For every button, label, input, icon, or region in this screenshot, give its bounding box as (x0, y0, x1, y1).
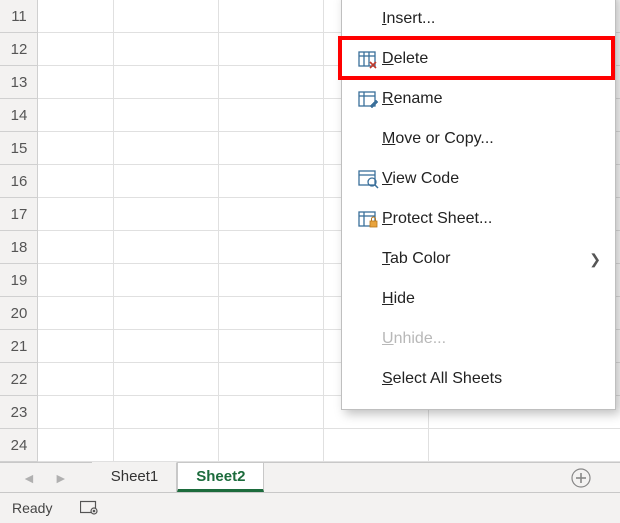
sheet-context-menu: Insert... Delete Rename Move or Copy... View… (341, 0, 616, 410)
status-text: Ready (12, 500, 52, 516)
row-header[interactable]: 24 (0, 429, 38, 462)
blank-icon (354, 7, 382, 31)
chevron-right-icon: ❯ (589, 251, 601, 268)
row-header[interactable]: 12 (0, 33, 38, 66)
menu-item-rename[interactable]: Rename (344, 79, 613, 119)
row-headers-column: 1112131415161718192021222324 (0, 0, 38, 462)
blank-icon (354, 327, 382, 351)
row-header[interactable]: 18 (0, 231, 38, 264)
menu-item-label: Unhide... (382, 330, 601, 348)
row-header[interactable]: 22 (0, 363, 38, 396)
menu-item-select-all[interactable]: Select All Sheets (344, 359, 613, 399)
row-header[interactable]: 16 (0, 165, 38, 198)
menu-item-delete[interactable]: Delete (344, 39, 613, 79)
menu-item-label: Move or Copy... (382, 130, 601, 148)
row-header[interactable]: 19 (0, 264, 38, 297)
sheet-tab-sheet1[interactable]: Sheet1 (92, 462, 178, 492)
record-macro-icon[interactable] (80, 499, 98, 518)
protect-icon (354, 207, 382, 231)
sheet-tab-strip: ◄ ► Sheet1Sheet2 (0, 462, 620, 492)
rename-icon (354, 87, 382, 111)
menu-item-protect[interactable]: Protect Sheet... (344, 199, 613, 239)
tab-nav-next-icon[interactable]: ► (54, 470, 68, 486)
menu-item-unhide: Unhide... (344, 319, 613, 359)
menu-item-label: Insert... (382, 10, 601, 28)
blank-icon (354, 247, 382, 271)
menu-item-view-code[interactable]: View Code (344, 159, 613, 199)
menu-item-hide[interactable]: Hide (344, 279, 613, 319)
menu-item-label: View Code (382, 170, 601, 188)
delete-icon (354, 47, 382, 71)
blank-icon (354, 367, 382, 391)
blank-icon (354, 127, 382, 151)
viewcode-icon (354, 167, 382, 191)
menu-item-label: Rename (382, 90, 601, 108)
menu-item-move-copy[interactable]: Move or Copy... (344, 119, 613, 159)
tab-nav: ◄ ► (0, 470, 92, 486)
menu-item-label: Select All Sheets (382, 370, 601, 388)
row-header[interactable]: 20 (0, 297, 38, 330)
tab-nav-prev-icon[interactable]: ◄ (22, 470, 36, 486)
row-header[interactable]: 13 (0, 66, 38, 99)
menu-item-tab-color[interactable]: Tab Color❯ (344, 239, 613, 279)
menu-item-insert[interactable]: Insert... (344, 0, 613, 39)
menu-item-label: Hide (382, 290, 601, 308)
menu-item-label: Delete (382, 50, 601, 68)
menu-item-label: Tab Color (382, 250, 589, 268)
sheet-tab-sheet2[interactable]: Sheet2 (177, 462, 264, 492)
row-header[interactable]: 23 (0, 396, 38, 429)
row-header[interactable]: 11 (0, 0, 38, 33)
row-header[interactable]: 15 (0, 132, 38, 165)
menu-item-label: Protect Sheet... (382, 210, 601, 228)
add-sheet-button[interactable] (570, 467, 620, 489)
status-bar: Ready (0, 492, 620, 523)
blank-icon (354, 287, 382, 311)
row-header[interactable]: 14 (0, 99, 38, 132)
row-header[interactable]: 21 (0, 330, 38, 363)
row-header[interactable]: 17 (0, 198, 38, 231)
